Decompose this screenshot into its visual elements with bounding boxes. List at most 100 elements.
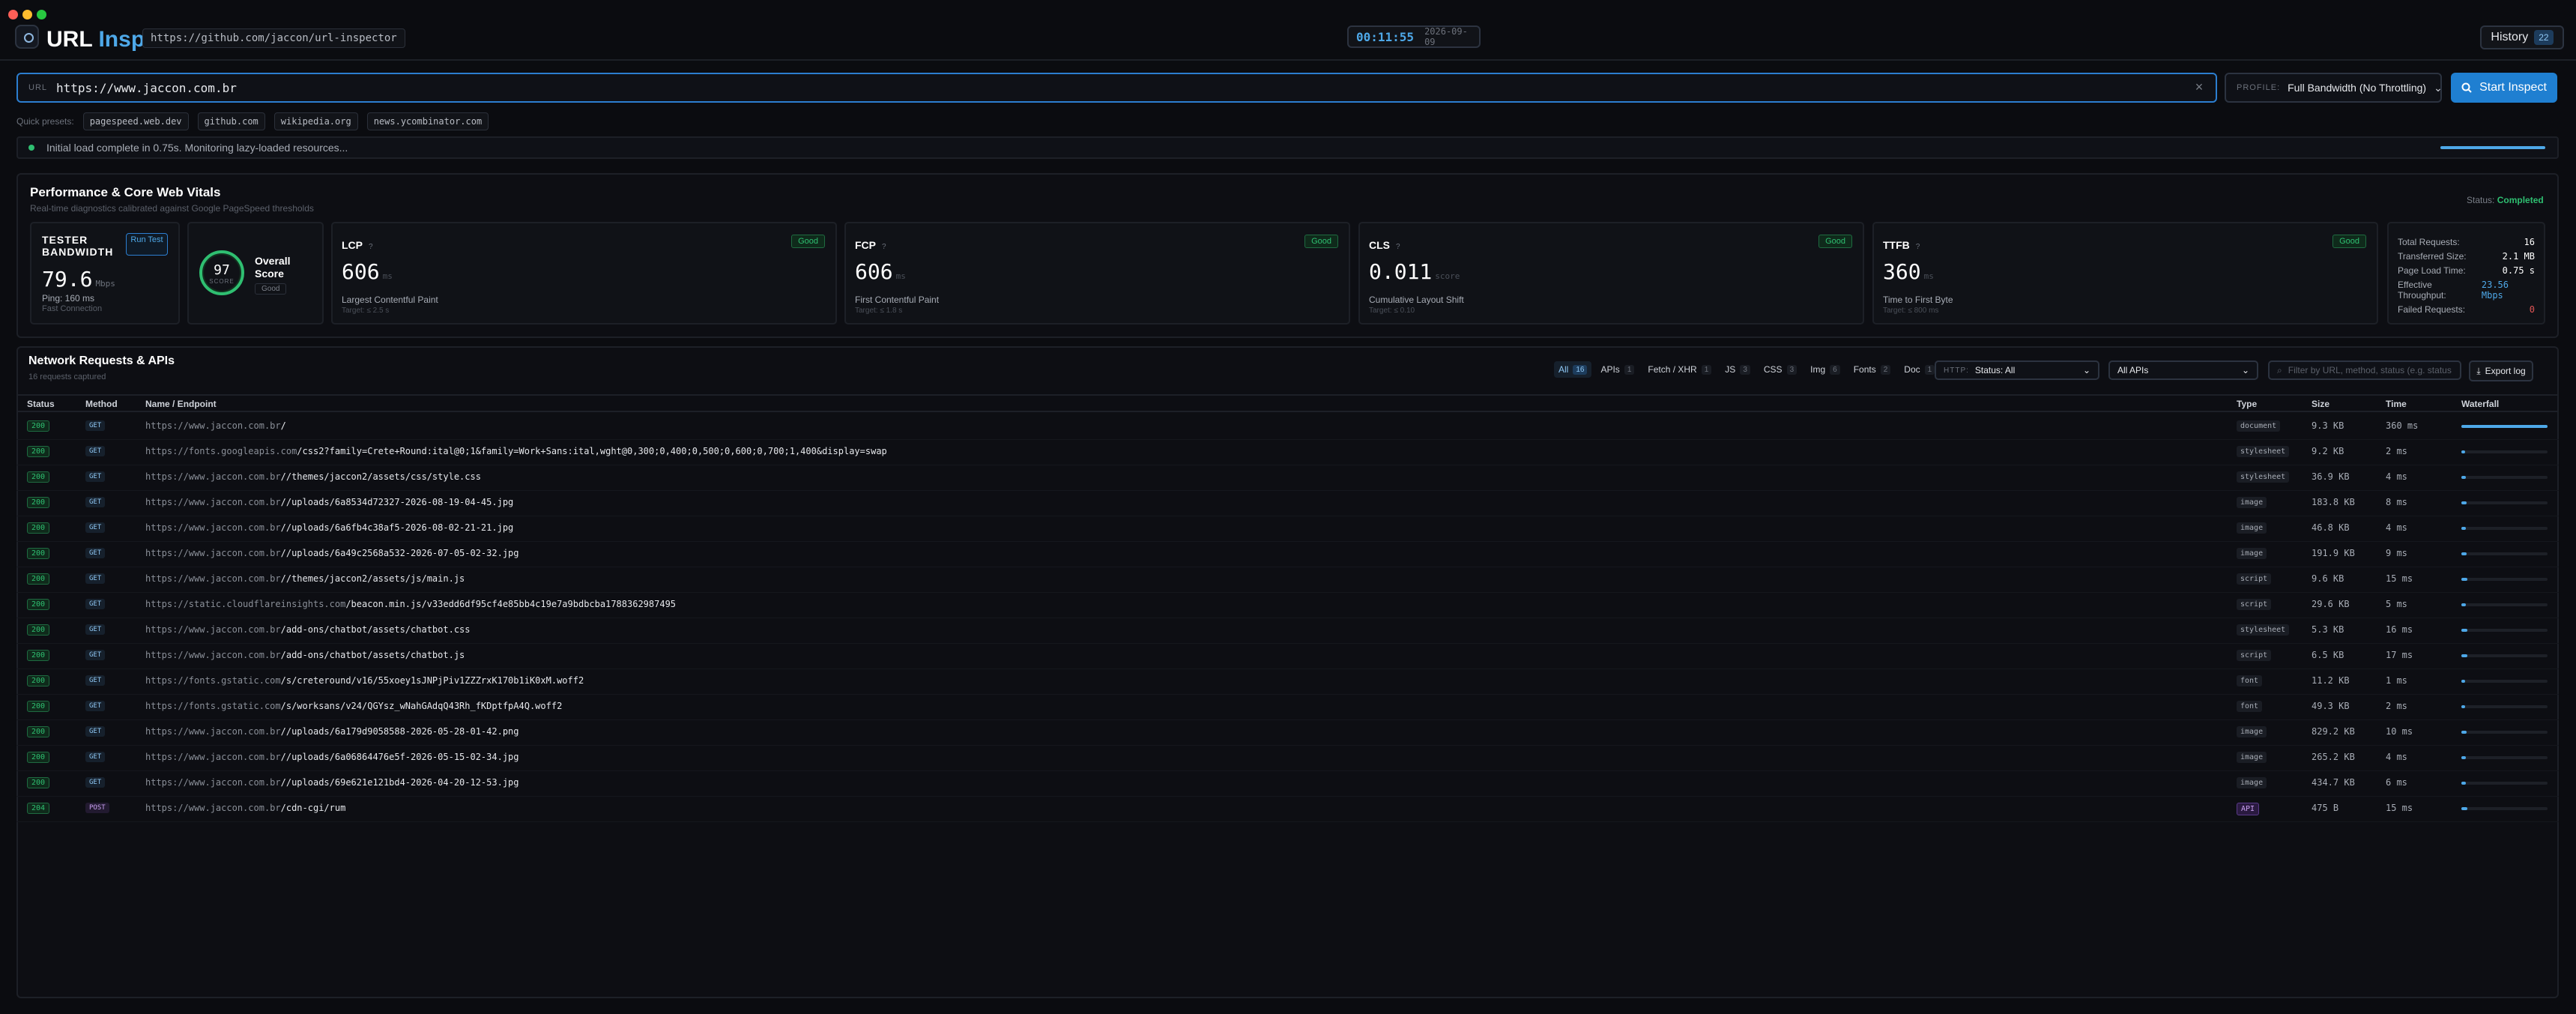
- filter-tab-fetch-xhr[interactable]: Fetch / XHR 1: [1643, 361, 1716, 378]
- preset-chip[interactable]: github.com: [197, 112, 265, 130]
- table-row[interactable]: 200 GET https://fonts.googleapis.com/css2?…: [16, 439, 2559, 465]
- metric-unit: ms: [382, 271, 393, 281]
- endpoint-url[interactable]: https://www.jaccon.com.br/: [145, 420, 286, 431]
- type-badge: stylesheet: [2237, 471, 2290, 483]
- table-row[interactable]: 200 GET https://www.jaccon.com.br/add-ons/…: [16, 618, 2559, 644]
- column-waterfall[interactable]: Waterfall: [2461, 399, 2499, 409]
- table-row[interactable]: 200 GET https://www.jaccon.com.br//uploads…: [16, 770, 2559, 797]
- table-row[interactable]: 200 GET https://www.jaccon.com.br//uploads…: [16, 516, 2559, 542]
- waterfall-bar: [2461, 476, 2466, 479]
- http-status-filter[interactable]: HTTP: Status: All ⌄: [1935, 360, 2099, 380]
- filter-tab-doc[interactable]: Doc 1: [1899, 361, 1939, 378]
- waterfall-track: [2461, 629, 2548, 632]
- summary-value: 0.75 s: [2502, 265, 2535, 276]
- waterfall-bar: [2461, 527, 2466, 530]
- preset-chip[interactable]: news.ycombinator.com: [366, 112, 489, 130]
- method-badge: POST: [85, 803, 109, 813]
- help-icon[interactable]: ?: [1916, 243, 1920, 251]
- status-badge: 200: [27, 522, 50, 534]
- search-placeholder: Filter by URL, method, status (e.g. stat…: [2288, 365, 2452, 375]
- app-title-part1: URL: [46, 27, 93, 52]
- endpoint-url[interactable]: https://www.jaccon.com.br/cdn-cgi/rum: [145, 803, 345, 813]
- endpoint-url[interactable]: https://www.jaccon.com.br//uploads/6a49c…: [145, 548, 519, 558]
- close-window-icon[interactable]: [8, 10, 18, 19]
- table-row[interactable]: 200 GET https://www.jaccon.com.br//themes/…: [16, 465, 2559, 491]
- endpoint-url[interactable]: https://fonts.gstatic.com/s/worksans/v24…: [145, 701, 562, 711]
- time-value: 360 ms: [2386, 420, 2419, 431]
- repo-link[interactable]: https://github.com/jaccon/url-inspector: [142, 28, 405, 48]
- endpoint-path: /s/creteround/v16/55xoey1sJNPjPiv1ZZZrxK…: [280, 675, 584, 686]
- export-log-button[interactable]: ⤓ Export log: [2469, 360, 2533, 381]
- filter-tab-count: 16: [1573, 364, 1588, 375]
- preset-chip[interactable]: pagespeed.web.dev: [82, 112, 189, 130]
- column-size[interactable]: Size: [2312, 399, 2329, 409]
- metric-badge: Good: [1304, 235, 1338, 248]
- column-name[interactable]: Name / Endpoint: [145, 399, 217, 409]
- endpoint-url[interactable]: https://www.jaccon.com.br//uploads/6a6fb…: [145, 522, 513, 533]
- filter-tab-apis[interactable]: APIs 1: [1596, 361, 1639, 378]
- clear-url-icon[interactable]: ×: [2192, 79, 2207, 94]
- filter-tab-css[interactable]: CSS 3: [1759, 361, 1801, 378]
- table-row[interactable]: 200 GET https://www.jaccon.com.br/add-ons/…: [16, 643, 2559, 669]
- endpoint-url[interactable]: https://fonts.googleapis.com/css2?family…: [145, 446, 887, 456]
- table-row[interactable]: 200 GET https://www.jaccon.com.br//uploads…: [16, 541, 2559, 567]
- filter-tab-label: Fonts: [1853, 364, 1876, 375]
- type-badge: API: [2237, 803, 2260, 815]
- table-row[interactable]: 200 GET https://fonts.gstatic.com/s/creter…: [16, 669, 2559, 695]
- endpoint-url[interactable]: https://static.cloudflareinsights.com/be…: [145, 599, 676, 609]
- filter-tab-fonts[interactable]: Fonts 2: [1849, 361, 1896, 378]
- waterfall-bar: [2461, 501, 2467, 504]
- table-row[interactable]: 200 GET https://www.jaccon.com.br//uploads…: [16, 490, 2559, 516]
- url-input[interactable]: URL https://www.jaccon.com.br: [16, 73, 2217, 103]
- help-icon[interactable]: ?: [1396, 243, 1400, 251]
- filter-tab-all[interactable]: All 16: [1554, 361, 1592, 378]
- bandwidth-value: 79.6 Mbps: [42, 267, 115, 292]
- metric-value: 0.011 score: [1369, 259, 1460, 284]
- column-time[interactable]: Time: [2386, 399, 2407, 409]
- endpoint-url[interactable]: https://www.jaccon.com.br//uploads/69e62…: [145, 777, 519, 788]
- history-button[interactable]: History 22: [2480, 25, 2564, 49]
- column-status[interactable]: Status: [27, 399, 55, 409]
- table-row[interactable]: 200 GET https://www.jaccon.com.br//themes/…: [16, 567, 2559, 593]
- metric-number: 606: [855, 259, 893, 284]
- endpoint-url[interactable]: https://www.jaccon.com.br/add-ons/chatbo…: [145, 650, 465, 660]
- filter-tab-js[interactable]: JS 3: [1720, 361, 1755, 378]
- start-inspect-button[interactable]: Start Inspect: [2451, 73, 2557, 103]
- endpoint-url[interactable]: https://www.jaccon.com.br//uploads/6a179…: [145, 726, 519, 737]
- endpoint-url[interactable]: https://www.jaccon.com.br//themes/jaccon…: [145, 573, 465, 584]
- preset-chip[interactable]: wikipedia.org: [273, 112, 358, 130]
- endpoint-url[interactable]: https://www.jaccon.com.br/add-ons/chatbo…: [145, 624, 471, 635]
- table-row[interactable]: 200 GET https://fonts.gstatic.com/s/worksa…: [16, 694, 2559, 720]
- api-filter[interactable]: All APIs ⌄: [2108, 360, 2258, 380]
- help-icon[interactable]: ?: [882, 243, 886, 251]
- minimize-window-icon[interactable]: [22, 10, 32, 19]
- metric-target: Target: ≤ 0.10: [1369, 307, 1415, 315]
- endpoint-url[interactable]: https://www.jaccon.com.br//themes/jaccon…: [145, 471, 481, 482]
- table-row[interactable]: 204 POST https://www.jaccon.com.br/cdn-cgi…: [16, 796, 2559, 822]
- run-test-button[interactable]: Run Test: [126, 233, 168, 256]
- column-type[interactable]: Type: [2237, 399, 2257, 409]
- filter-tab-label: All: [1558, 364, 1569, 375]
- status-badge: 200: [27, 446, 50, 457]
- filter-tab-img[interactable]: Img 6: [1806, 361, 1845, 378]
- table-row[interactable]: 200 GET https://www.jaccon.com.br//uploads…: [16, 719, 2559, 746]
- metric-target: Target: ≤ 800 ms: [1883, 307, 1939, 315]
- profile-select[interactable]: PROFILE: Full Bandwidth (No Throttling) …: [2225, 73, 2443, 103]
- url-value[interactable]: https://www.jaccon.com.br: [56, 81, 237, 95]
- waterfall-track: [2461, 756, 2548, 759]
- table-row[interactable]: 200 GET https://www.jaccon.com.br//uploads…: [16, 745, 2559, 771]
- table-row[interactable]: 200 GET https://static.cloudflareinsights.…: [16, 592, 2559, 618]
- help-icon[interactable]: ?: [369, 243, 373, 251]
- search-filter-input[interactable]: ⌕ Filter by URL, method, status (e.g. st…: [2268, 360, 2461, 380]
- search-icon: [2461, 82, 2472, 93]
- endpoint-url[interactable]: https://www.jaccon.com.br//uploads/6a068…: [145, 752, 519, 762]
- column-method[interactable]: Method: [85, 399, 118, 409]
- endpoint-url[interactable]: https://www.jaccon.com.br//uploads/6a853…: [145, 497, 513, 507]
- http-filter-label: HTTP:: [1944, 366, 1969, 375]
- endpoint-url[interactable]: https://fonts.gstatic.com/s/creteround/v…: [145, 675, 584, 686]
- maximize-window-icon[interactable]: [37, 10, 46, 19]
- metric-name: TTFB: [1883, 239, 1910, 251]
- table-row[interactable]: 200 GET https://www.jaccon.com.br/document…: [16, 414, 2559, 440]
- time-value: 10 ms: [2386, 726, 2413, 737]
- size-value: 11.2 KB: [2312, 675, 2350, 686]
